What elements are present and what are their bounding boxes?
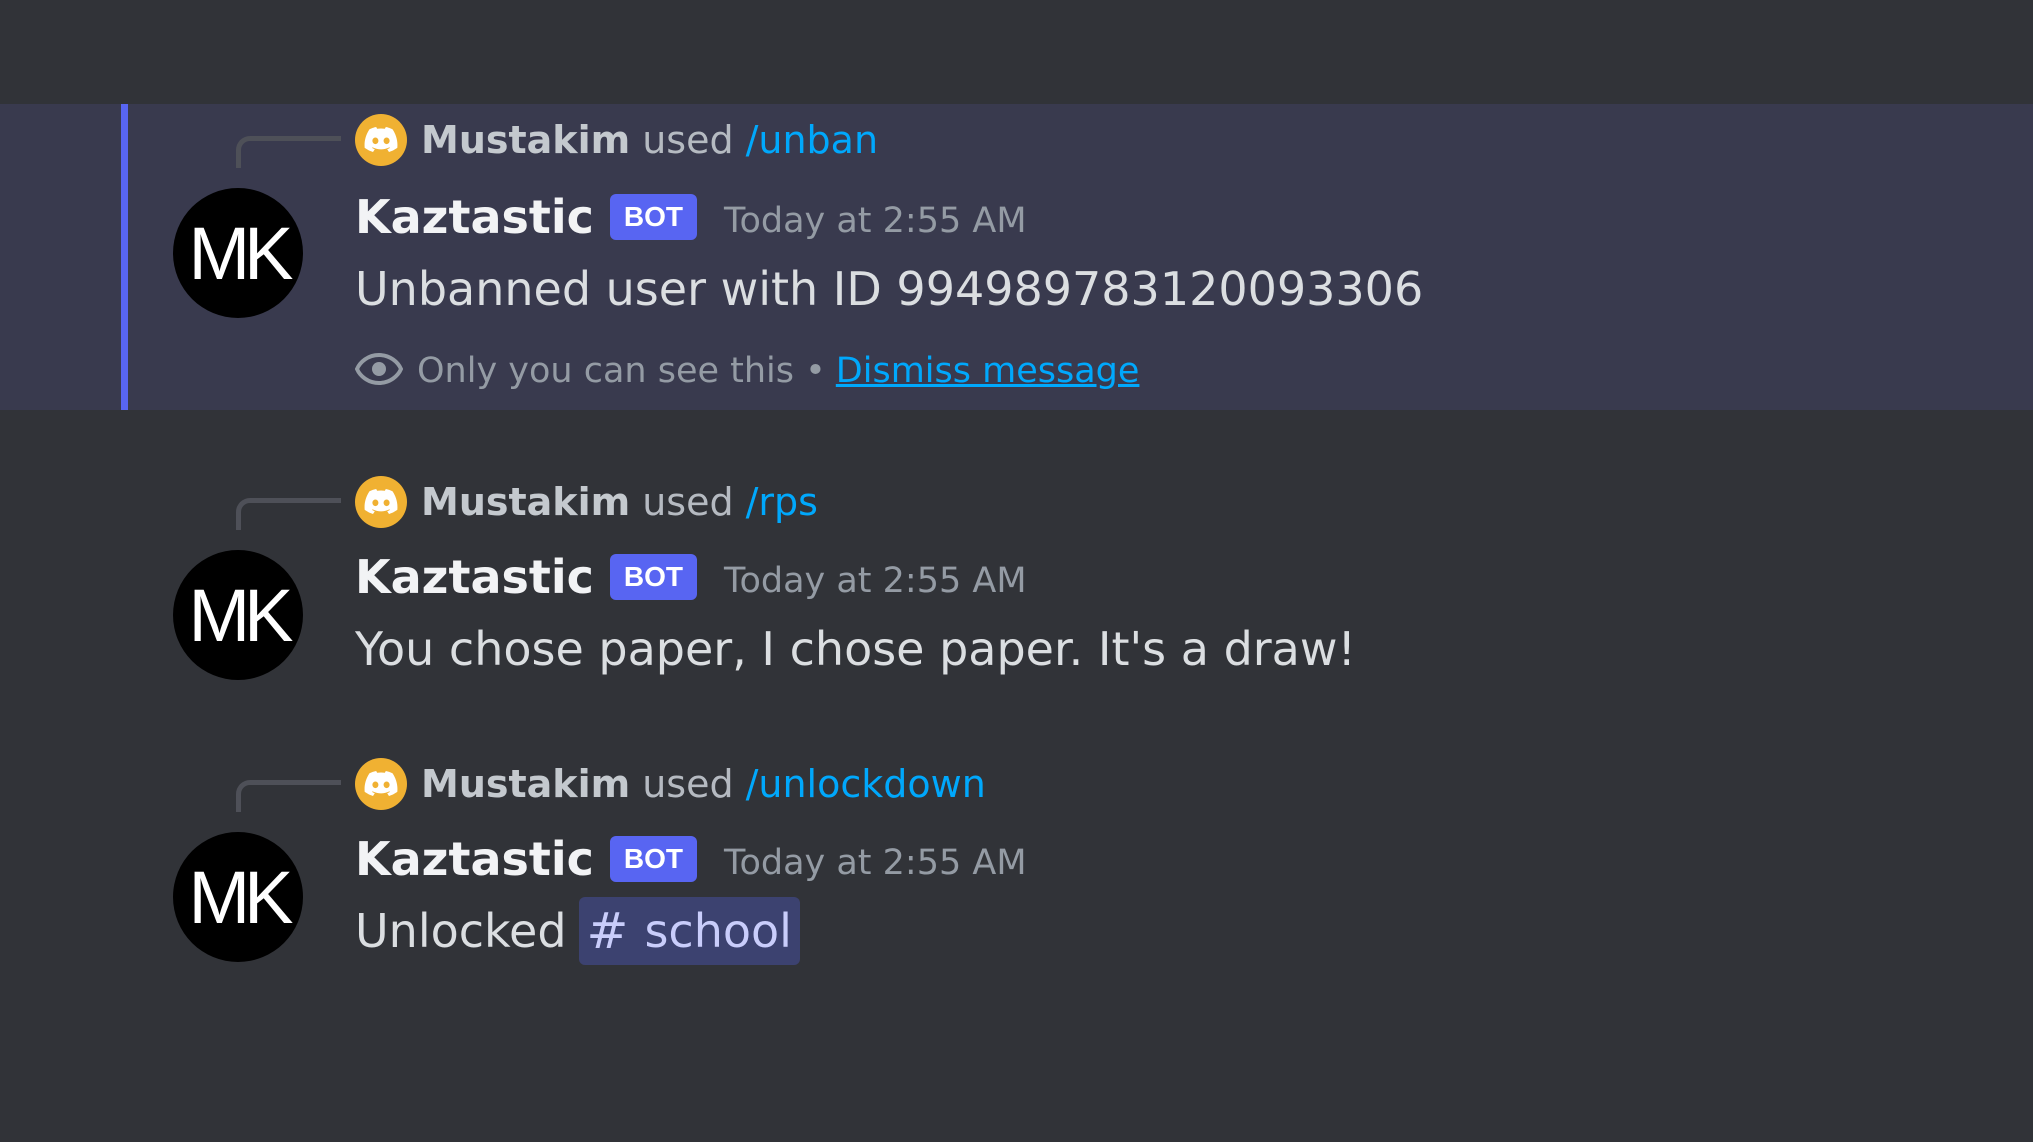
timestamp[interactable]: Today at 2:55 AM — [724, 843, 1027, 883]
discord-logo-icon[interactable] — [355, 758, 407, 810]
channel-mention[interactable]: # school — [578, 897, 800, 965]
reply-username[interactable]: Mustakim — [421, 762, 630, 806]
channel-mention-name: school — [644, 904, 792, 958]
avatar-initials: MK — [188, 211, 294, 295]
message-text: Unlocked — [355, 904, 567, 958]
reply-reference[interactable]: Mustakim used /unban — [355, 113, 878, 167]
timestamp[interactable]: Today at 2:55 AM — [724, 201, 1027, 241]
message[interactable]: Mustakim used /unlockdown MK Kaztastic B… — [0, 748, 2033, 978]
discord-logo-icon[interactable] — [355, 476, 407, 528]
avatar[interactable]: MK — [173, 188, 303, 318]
chat-messages: Mustakim used /unban MK Kaztastic BOT To… — [0, 0, 2033, 1142]
eye-icon — [354, 349, 404, 393]
message-content: Unlocked # school — [355, 896, 800, 966]
avatar-initials: MK — [188, 855, 294, 939]
reply-connector — [236, 498, 341, 530]
message[interactable]: Mustakim used /rps MK Kaztastic BOT Toda… — [0, 466, 2033, 686]
dismiss-message-link[interactable]: Dismiss message — [836, 351, 1140, 391]
avatar-initials: MK — [188, 573, 294, 657]
avatar[interactable]: MK — [173, 832, 303, 962]
message-content: You chose paper, I chose paper. It's a d… — [355, 622, 1356, 676]
author-name[interactable]: Kaztastic — [355, 550, 594, 604]
avatar[interactable]: MK — [173, 550, 303, 680]
reply-connector — [236, 780, 341, 812]
timestamp[interactable]: Today at 2:55 AM — [724, 561, 1027, 601]
reply-used-text: used — [642, 118, 734, 162]
reply-used-text: used — [642, 762, 734, 806]
message-ephemeral[interactable]: Mustakim used /unban MK Kaztastic BOT To… — [0, 104, 2033, 410]
bot-tag: BOT — [609, 554, 698, 600]
message-content: Unbanned user with ID 994989783120093306 — [355, 262, 1424, 316]
author-name[interactable]: Kaztastic — [355, 832, 594, 886]
discord-logo-icon[interactable] — [355, 114, 407, 166]
ephemeral-text: Only you can see this • — [417, 351, 826, 391]
reply-username[interactable]: Mustakim — [421, 118, 630, 162]
reply-used-text: used — [642, 480, 734, 524]
reply-reference[interactable]: Mustakim used /rps — [355, 475, 818, 529]
reply-username[interactable]: Mustakim — [421, 480, 630, 524]
ephemeral-notice: Only you can see this • Dismiss message — [354, 346, 1140, 396]
reply-command[interactable]: /unlockdown — [746, 762, 986, 806]
bot-tag: BOT — [609, 836, 698, 882]
bot-tag: BOT — [609, 194, 698, 240]
reply-command[interactable]: /rps — [746, 480, 818, 524]
message-header: Kaztastic BOT Today at 2:55 AM — [355, 546, 1027, 608]
reply-connector — [236, 136, 341, 168]
message-header: Kaztastic BOT Today at 2:55 AM — [355, 828, 1027, 890]
reply-command[interactable]: /unban — [746, 118, 878, 162]
author-name[interactable]: Kaztastic — [355, 190, 594, 244]
message-header: Kaztastic BOT Today at 2:55 AM — [355, 186, 1027, 248]
reply-reference[interactable]: Mustakim used /unlockdown — [355, 757, 986, 811]
channel-hash-icon: # — [586, 902, 629, 960]
